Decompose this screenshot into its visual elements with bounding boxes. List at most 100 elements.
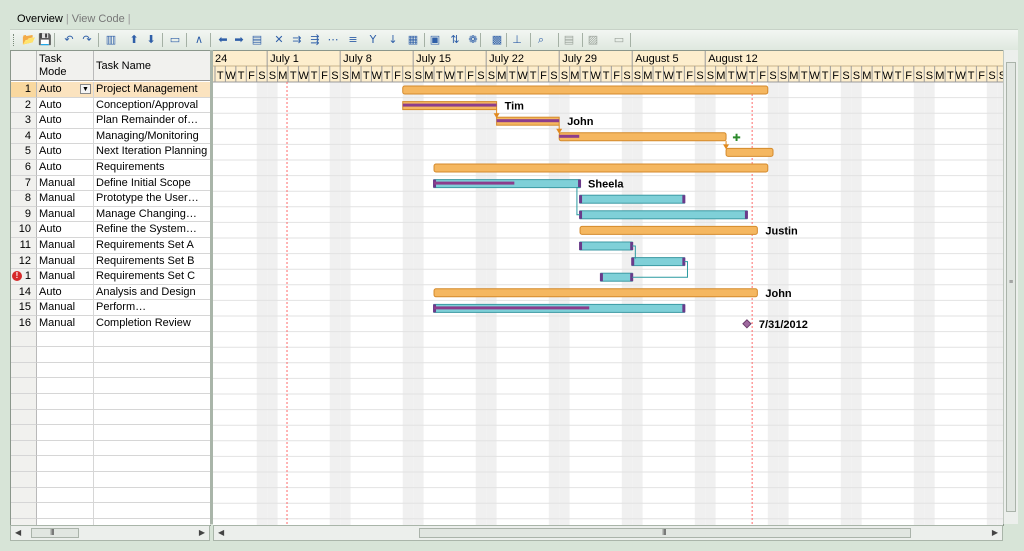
task-name-cell[interactable]: Next Iteration Planning (94, 144, 211, 160)
row-number[interactable]: 4 (11, 128, 37, 145)
task-bar[interactable] (631, 257, 685, 267)
task-mode-cell[interactable]: Manual (37, 175, 94, 192)
progress-bar[interactable] (434, 306, 590, 310)
chart-horizontal-scrollbar[interactable]: ◀ III ▶ (213, 525, 1003, 541)
move-up-icon[interactable]: ⬆ (127, 33, 141, 47)
task-name-cell[interactable]: Requirements Set C (94, 269, 211, 285)
link-icon[interactable]: ∧ (192, 33, 206, 47)
row-number[interactable]: 15 (11, 300, 37, 316)
table-row[interactable]: 3 Auto Plan Remainder of… (11, 113, 211, 129)
task-name-cell[interactable]: Conception/Approval (94, 97, 211, 114)
tab-view-code[interactable]: View Code (69, 12, 128, 27)
vertical-scroll-thumb[interactable]: ≡ (1006, 62, 1016, 512)
view-icon[interactable]: ▭ (168, 33, 182, 47)
task-mode-cell[interactable]: Auto (37, 144, 94, 160)
empty-row[interactable] (11, 409, 211, 426)
row-number[interactable]: 12 (11, 253, 37, 270)
task-name-cell[interactable] (94, 440, 211, 457)
schedule-icon[interactable]: ⇅ (448, 33, 462, 47)
calendar-icon[interactable]: ▣ (428, 33, 442, 47)
task-name-cell[interactable]: Prototype the User… (94, 191, 211, 207)
scroll-left-icon[interactable]: ◀ (218, 527, 224, 539)
task-mode-cell[interactable]: Auto (37, 160, 94, 176)
table-row[interactable]: 12 Manual Requirements Set B (11, 253, 211, 270)
task-mode-cell[interactable] (37, 487, 94, 504)
task-name-cell[interactable]: Perform… (94, 300, 211, 316)
task-mode-cell[interactable] (37, 440, 94, 457)
delete-icon[interactable]: ✕ (272, 33, 286, 47)
task-bar[interactable] (579, 241, 633, 251)
progress-bar[interactable] (402, 103, 497, 107)
bar-start-handle[interactable] (631, 257, 635, 266)
task-bar[interactable] (579, 210, 748, 220)
row-number[interactable]: 6 (11, 160, 37, 176)
task-mode-cell[interactable]: Manual (37, 238, 94, 254)
table-row[interactable]: 5 Auto Next Iteration Planning (11, 144, 211, 160)
task-name-cell[interactable] (94, 378, 211, 394)
task-mode-cell[interactable] (37, 409, 94, 426)
row-number[interactable]: 5 (11, 144, 37, 160)
task-mode-cell[interactable]: Auto (37, 113, 94, 129)
bar-start-handle[interactable] (579, 195, 583, 204)
summary-bar[interactable] (579, 225, 758, 235)
task-mode-cell[interactable] (37, 456, 94, 472)
empty-row[interactable] (11, 503, 211, 519)
page-setup-icon[interactable]: ▭ (612, 33, 626, 47)
progress-bar[interactable] (434, 181, 515, 185)
row-number[interactable]: 11 (11, 238, 37, 254)
task-name-header[interactable]: Task Name (94, 51, 211, 81)
vertical-scrollbar[interactable]: ≡ (1003, 50, 1018, 524)
open-icon[interactable]: 📂 (22, 33, 36, 47)
table-row[interactable]: 6 Auto Requirements (11, 160, 211, 176)
resource-icon[interactable]: ❁ (466, 33, 480, 47)
table-row[interactable]: 1 Auto ▼ Project Management (11, 82, 211, 98)
table-row[interactable]: 10 Auto Refine the System… (11, 222, 211, 238)
table-row[interactable]: 9 Manual Manage Changing… (11, 206, 211, 223)
task-mode-cell[interactable] (37, 472, 94, 488)
task-mode-dropdown-icon[interactable]: ▼ (80, 84, 91, 94)
row-number[interactable] (11, 487, 37, 504)
scroll-right-icon[interactable]: ▶ (199, 527, 205, 539)
row-number[interactable] (11, 409, 37, 426)
empty-row[interactable] (11, 331, 211, 348)
print-preview-icon[interactable]: ▨ (586, 33, 600, 47)
task-name-cell[interactable] (94, 331, 211, 348)
split-icon[interactable]: ⋯ (326, 33, 340, 47)
task-name-cell[interactable]: Analysis and Design (94, 284, 211, 301)
row-number[interactable]: 1 (11, 82, 37, 98)
row-number[interactable]: 8 (11, 191, 37, 207)
task-mode-cell[interactable]: Manual (37, 300, 94, 316)
table-row[interactable]: 14 Auto Analysis and Design (11, 284, 211, 301)
task-mode-cell[interactable] (37, 347, 94, 363)
toolbar-grip[interactable] (13, 34, 17, 46)
summary-bar[interactable] (558, 132, 727, 142)
task-name-cell[interactable] (94, 503, 211, 519)
bar-end-handle[interactable] (682, 304, 686, 313)
task-name-cell[interactable] (94, 456, 211, 472)
task-mode-cell[interactable]: Manual (37, 269, 94, 285)
task-name-cell[interactable] (94, 347, 211, 363)
table-row[interactable]: 8 Manual Prototype the User… (11, 191, 211, 207)
task-name-cell[interactable]: Refine the System… (94, 222, 211, 238)
task-mode-cell[interactable] (37, 394, 94, 410)
task-mode-cell[interactable] (37, 331, 94, 348)
summary-icon[interactable]: ▦ (406, 33, 420, 47)
summary-bar[interactable] (433, 163, 769, 173)
task-mode-header[interactable]: Task Mode (37, 51, 94, 81)
scroll-left-icon[interactable]: ◀ (15, 527, 21, 539)
move-down-icon[interactable]: ⬇ (144, 33, 158, 47)
table-row[interactable]: 7 Manual Define Initial Scope (11, 175, 211, 192)
task-name-cell[interactable]: Managing/Monitoring (94, 128, 211, 145)
columns-icon[interactable]: ▥ (104, 33, 118, 47)
task-mode-cell[interactable]: Auto (37, 222, 94, 238)
bar-end-handle[interactable] (682, 195, 686, 204)
redo-icon[interactable]: ↷ (80, 33, 94, 47)
task-name-cell[interactable]: Requirements (94, 160, 211, 176)
row-number[interactable]: 16 (11, 316, 37, 332)
empty-row[interactable] (11, 394, 211, 410)
print-icon[interactable]: ▤ (562, 33, 576, 47)
empty-row[interactable] (11, 425, 211, 441)
bar-end-handle[interactable] (578, 179, 582, 188)
save-icon[interactable]: 💾 (38, 33, 52, 47)
empty-row[interactable] (11, 487, 211, 504)
